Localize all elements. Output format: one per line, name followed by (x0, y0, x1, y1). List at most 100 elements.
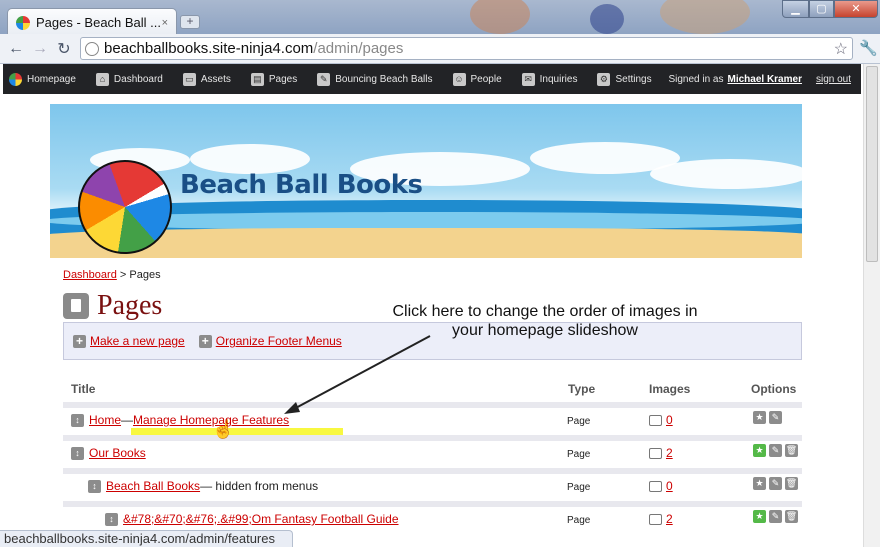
forward-icon[interactable]: → (28, 40, 52, 58)
pages-table-header: Title Type Images Options (63, 382, 802, 399)
images-count-link[interactable]: 0 (666, 413, 673, 427)
table-row: ↕ Beach Ball Books — hidden from menus P… (63, 468, 802, 494)
column-title: Title (71, 382, 96, 396)
admin-bar: Homepage ⌂ Dashboard ▭ Assets ▤ Pages ✎ Boun… (3, 64, 861, 94)
browser-toolbar: ← → ↻ beachballbooks.site-ninja4.com/adm… (0, 34, 880, 64)
cloud (650, 159, 802, 189)
adminbar-label: Homepage (27, 73, 76, 85)
pencil-icon: ✎ (317, 72, 331, 86)
image-icon (649, 414, 662, 426)
row-options: ★ ✎ 🗑 (753, 444, 801, 457)
adminbar-item-people[interactable]: ☺ People (452, 72, 502, 86)
folder-icon: ▭ (182, 72, 196, 86)
trash-icon[interactable]: 🗑 (785, 444, 798, 457)
pages-icon: ▤ (250, 72, 264, 86)
brand-name: Beach Ball Books (180, 170, 423, 200)
adminbar-label: Bouncing Beach Balls (335, 73, 433, 85)
row-images: 2 (649, 512, 673, 526)
pencil-icon[interactable]: ✎ (769, 411, 782, 424)
manage-homepage-features-link[interactable]: Manage Homepage Features (133, 413, 289, 427)
adminbar-item-homepage[interactable]: Homepage (9, 72, 76, 86)
beach-ball-logo-icon (78, 160, 172, 254)
user-name-link[interactable]: Michael Kramer (727, 74, 801, 85)
hidden-note: — hidden from menus (200, 479, 319, 493)
images-count-link[interactable]: 2 (666, 512, 673, 526)
trash-icon[interactable]: 🗑 (785, 510, 798, 523)
star-icon[interactable]: ★ (753, 444, 766, 457)
site-favicon-icon (16, 15, 30, 30)
wallpaper-blob (660, 0, 750, 34)
images-count-link[interactable]: 2 (666, 446, 673, 460)
make-new-page-action[interactable]: + Make a new page (73, 334, 185, 348)
row-type: Page (567, 515, 591, 526)
adminbar-item-bouncing-beach-balls[interactable]: ✎ Bouncing Beach Balls (317, 72, 433, 86)
pages-icon (63, 293, 89, 319)
row-images: 0 (649, 479, 673, 493)
close-window-icon[interactable]: ✕ (834, 0, 878, 18)
adminbar-label: Pages (268, 73, 298, 85)
new-tab-button[interactable]: + (180, 15, 200, 29)
sign-out-link[interactable]: sign out (816, 74, 851, 85)
site-banner: Beach Ball Books (50, 104, 802, 258)
page-title: Pages (97, 290, 163, 321)
page-link-home[interactable]: Home (89, 413, 121, 427)
scrollbar-thumb[interactable] (866, 66, 878, 262)
row-images: 2 (649, 446, 673, 460)
adminbar-label: People (470, 73, 502, 85)
reload-icon[interactable]: ↻ (52, 39, 76, 59)
organize-footer-menus-link[interactable]: Organize Footer Menus (216, 334, 342, 348)
bookmark-star-icon[interactable]: ☆ (834, 39, 848, 59)
row-title-cell: ↕ Beach Ball Books — hidden from menus (88, 479, 318, 493)
adminbar-item-dashboard[interactable]: ⌂ Dashboard (95, 72, 163, 86)
breadcrumb: Dashboard > Pages (63, 269, 161, 281)
signed-in-label: Signed in as (668, 73, 724, 85)
star-icon[interactable]: ★ (753, 510, 766, 523)
row-title-cell: ↕ &#78;&#70;&#76;.&#99;Om Fantasy Footba… (105, 512, 399, 526)
page-scrollbar[interactable] (863, 64, 880, 547)
adminbar-item-pages[interactable]: ▤ Pages (250, 72, 298, 86)
sort-handle-icon[interactable]: ↕ (71, 413, 84, 427)
signed-in-area: Signed in as Michael Kramer sign out (668, 64, 851, 94)
sort-handle-icon[interactable]: ↕ (88, 479, 101, 493)
sort-handle-icon[interactable]: ↕ (105, 512, 118, 526)
column-images: Images (649, 382, 691, 396)
adminbar-item-settings[interactable]: ⚙ Settings (597, 72, 652, 86)
adminbar-item-assets[interactable]: ▭ Assets (182, 72, 231, 86)
browser-tab[interactable]: Pages - Beach Ball ... × (7, 8, 177, 34)
row-options: ★ ✎ 🗑 (753, 477, 801, 490)
star-icon[interactable]: ★ (753, 477, 766, 490)
pencil-icon[interactable]: ✎ (769, 444, 782, 457)
sort-handle-icon[interactable]: ↕ (71, 446, 84, 460)
trash-icon[interactable]: 🗑 (785, 477, 798, 490)
page-link-our-books[interactable]: Our Books (89, 446, 146, 460)
images-count-link[interactable]: 0 (666, 479, 673, 493)
row-images: 0 (649, 413, 673, 427)
adminbar-item-inquiries[interactable]: ✉ Inquiries (521, 72, 577, 86)
wallpaper-blob (590, 4, 624, 34)
pencil-icon[interactable]: ✎ (769, 510, 782, 523)
page-link-fantasy-football-guide[interactable]: &#78;&#70;&#76;.&#99;Om Fantasy Football… (123, 512, 399, 526)
page-info-icon[interactable] (85, 41, 99, 56)
adminbar-label: Assets (200, 73, 231, 85)
status-bar: beachballbooks.site-ninja4.com/admin/fea… (0, 530, 293, 547)
breadcrumb-dashboard-link[interactable]: Dashboard (63, 269, 117, 281)
pencil-icon[interactable]: ✎ (769, 477, 782, 490)
address-bar[interactable]: beachballbooks.site-ninja4.com/admin/pag… (80, 37, 853, 60)
image-icon (649, 447, 662, 459)
maximize-icon[interactable]: ▢ (809, 0, 834, 18)
wrench-menu-icon[interactable]: 🔧 (859, 39, 878, 57)
column-type: Type (568, 382, 596, 396)
star-icon[interactable]: ★ (753, 411, 766, 424)
breadcrumb-separator: > (116, 269, 130, 281)
back-icon[interactable]: ← (4, 40, 28, 58)
breadcrumb-current: Pages (129, 269, 161, 281)
organize-footer-menus-action[interactable]: + Organize Footer Menus (198, 334, 342, 348)
table-row: ↕ Our Books Page 2 ★ ✎ 🗑 (63, 435, 802, 461)
chat-icon: ✉ (521, 72, 535, 86)
page-link-beach-ball-books[interactable]: Beach Ball Books (106, 479, 200, 493)
tab-close-icon[interactable]: × (162, 17, 168, 29)
minimize-icon[interactable]: ▁ (782, 0, 809, 18)
title-separator: — (121, 413, 134, 427)
make-new-page-link[interactable]: Make a new page (90, 334, 185, 348)
page-header: Pages (63, 290, 162, 322)
